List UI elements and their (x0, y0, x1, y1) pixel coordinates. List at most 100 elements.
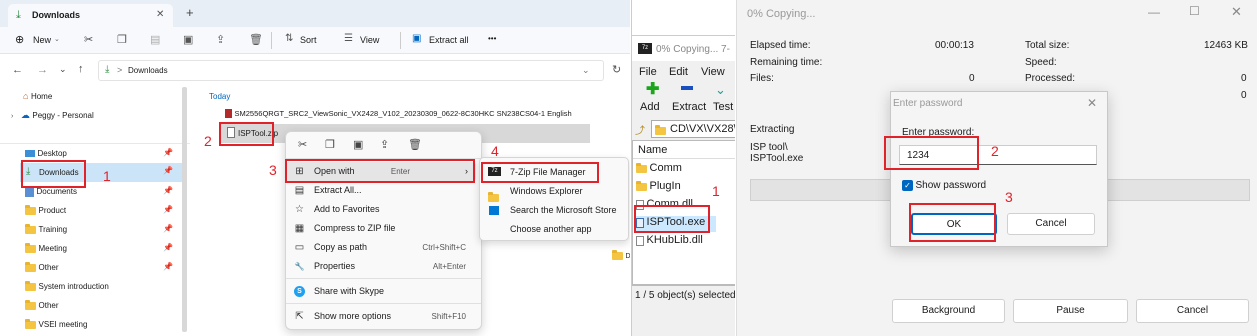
up-folder-icon[interactable]: ⤴ (635, 122, 645, 137)
sort-button[interactable]: Sort (300, 35, 317, 45)
list-item[interactable]: PlugIn (636, 180, 681, 196)
menu-item-compress-zip[interactable]: ▦ Compress to ZIP file (286, 219, 476, 238)
extract-all-button[interactable]: Extract all (429, 35, 469, 45)
more-button[interactable]: ••• (488, 34, 496, 43)
processed-label: Processed: (1025, 73, 1076, 84)
annotation-box (219, 122, 274, 146)
list-item[interactable]: Comm (636, 162, 682, 178)
download-icon: ⤓ (16, 9, 21, 21)
back-icon[interactable]: ← (12, 64, 23, 76)
extract-icon: ▤ (294, 185, 305, 196)
cut-icon[interactable]: ✂ (84, 33, 93, 46)
minimize-icon[interactable]: — (1148, 5, 1160, 19)
sidebar-item-documents[interactable]: Documents 📌 (25, 186, 185, 200)
up-icon[interactable]: ↑ (78, 63, 84, 75)
view-button[interactable]: View (360, 35, 379, 45)
breadcrumb[interactable]: Downloads (128, 66, 168, 75)
test-button[interactable]: ⌄ Test (710, 82, 735, 118)
menu-item-copy-as-path[interactable]: ▭ Copy as path Ctrl+Shift+C (286, 238, 476, 257)
annotation-box (909, 203, 996, 242)
background-button[interactable]: Background (892, 299, 1005, 323)
sidebar-item-vsei-meeting[interactable]: VSEI meeting (25, 318, 185, 333)
path-line-2: ISPTool.exe (750, 153, 804, 164)
share-icon[interactable]: ⇪ (216, 33, 225, 46)
progress-window: 0% Copying... — ☐ ✕ Elapsed time: 00:00:… (736, 0, 1257, 336)
sidebar-item-training[interactable]: Training 📌 (25, 223, 185, 238)
submenu-item-choose-another-app[interactable]: Choose another app (480, 219, 630, 239)
files-value: 0 (969, 73, 975, 84)
menu-item-add-to-favorites[interactable]: ☆ Add to Favorites (286, 200, 476, 219)
copy-icon[interactable]: ❐ (117, 33, 127, 46)
extract-button[interactable]: Extract (670, 82, 706, 118)
list-item[interactable]: KHubLib.dll (636, 234, 703, 250)
annotation-number: 1 (103, 168, 111, 184)
chevron-down-icon[interactable]: ⌄ (582, 65, 590, 76)
desktop-icon (25, 150, 35, 158)
menu-item-show-more-options[interactable]: ⇱ Show more options Shift+F10 (286, 307, 476, 326)
file-row[interactable]: SM2556QRGT_SRC2_ViewSonic_VX2428_V102_20… (225, 108, 625, 122)
pin-icon: 📌 (163, 186, 173, 195)
menu-file[interactable]: File (639, 66, 657, 78)
folder-icon (25, 318, 36, 329)
chevron-down-icon: ⌄ (54, 36, 60, 43)
extract-icon: ▣ (412, 33, 422, 44)
sidebar-item-other[interactable]: Other 📌 (25, 261, 185, 276)
delete-icon[interactable]: 🗑 (249, 33, 263, 46)
menu-edit[interactable]: Edit (669, 66, 688, 78)
copy-icon[interactable]: ❐ (325, 138, 335, 151)
cancel-button[interactable]: Cancel (1136, 299, 1249, 323)
sidebar-item-label: Product (38, 206, 67, 215)
sidebar-item-label: Documents (36, 187, 77, 196)
address-bar[interactable]: ⤓ > Downloads ⌄ (98, 60, 604, 81)
minus-icon (681, 86, 693, 90)
maximize-icon[interactable]: ☐ (1189, 4, 1200, 18)
show-password-checkbox[interactable]: ✓ Show password (902, 180, 986, 194)
refresh-icon[interactable]: ↻ (612, 63, 621, 76)
share-icon[interactable]: ⇪ (380, 138, 389, 151)
submenu-item-windows-explorer[interactable]: Windows Explorer (480, 181, 630, 202)
menu-item-properties[interactable]: 🔧 Properties Alt+Enter (286, 257, 476, 276)
plus-icon: ⊕ (15, 34, 25, 46)
cut-icon[interactable]: ✂ (298, 138, 307, 151)
new-tab-button[interactable]: + (186, 5, 194, 20)
sidebar-item-other-2[interactable]: Other (25, 299, 185, 314)
menu-item-extract-all[interactable]: ▤ Extract All... (286, 181, 476, 200)
sidebar-item-meeting[interactable]: Meeting 📌 (25, 242, 185, 257)
folder-icon (25, 204, 36, 215)
tab-downloads[interactable]: ⤓ Downloads ✕ (8, 4, 173, 27)
new-button[interactable]: New (33, 35, 51, 45)
scrollbar[interactable] (182, 87, 187, 332)
rename-icon[interactable]: ▣ (183, 33, 193, 46)
sidebar-item-product[interactable]: Product 📌 (25, 204, 185, 219)
menu-view[interactable]: View (701, 66, 725, 78)
file-row[interactable]: D (612, 249, 630, 262)
annotation-box (21, 160, 86, 188)
skype-icon: S (294, 286, 305, 297)
sidebar-item-onedrive[interactable]: › ☁ Peggy - Personal (11, 110, 94, 124)
total-size-label: Total size: (1025, 40, 1070, 51)
store-icon (489, 206, 499, 215)
paste-icon[interactable]: ▤ (150, 33, 160, 46)
forward-icon[interactable]: → (37, 64, 48, 76)
column-header-name[interactable]: Name (638, 144, 667, 156)
cancel-button[interactable]: Cancel (1007, 213, 1095, 235)
close-icon[interactable]: ✕ (1087, 96, 1097, 110)
close-icon[interactable]: ✕ (1231, 4, 1242, 20)
add-button[interactable]: ✚ Add (638, 82, 668, 118)
sidebar-item-system-introduction[interactable]: System introduction (25, 280, 185, 295)
sidebar-item-home[interactable]: ⌂ Home (23, 91, 52, 105)
speed-label: Speed: (1025, 57, 1057, 68)
delete-icon[interactable]: 🗑 (408, 138, 422, 151)
pin-icon: 📌 (163, 262, 173, 271)
sidebar-item-label: Peggy - Personal (32, 111, 94, 120)
annotation-number: 2 (204, 133, 212, 149)
toolbar: ✚ Add Extract ⌄ Test (632, 82, 735, 118)
submenu-item-microsoft-store[interactable]: Search the Microsoft Store (480, 200, 630, 220)
pause-button[interactable]: Pause (1013, 299, 1128, 323)
chevron-down-icon[interactable]: ⌄ (59, 64, 67, 75)
close-icon[interactable]: ✕ (156, 9, 164, 20)
elapsed-value: 00:00:13 (935, 40, 974, 51)
path-input[interactable]: CD\VX\VX28\ (651, 120, 735, 138)
menu-item-share-skype[interactable]: S Share with Skype (286, 282, 476, 301)
rename-icon[interactable]: ▣ (353, 138, 363, 151)
